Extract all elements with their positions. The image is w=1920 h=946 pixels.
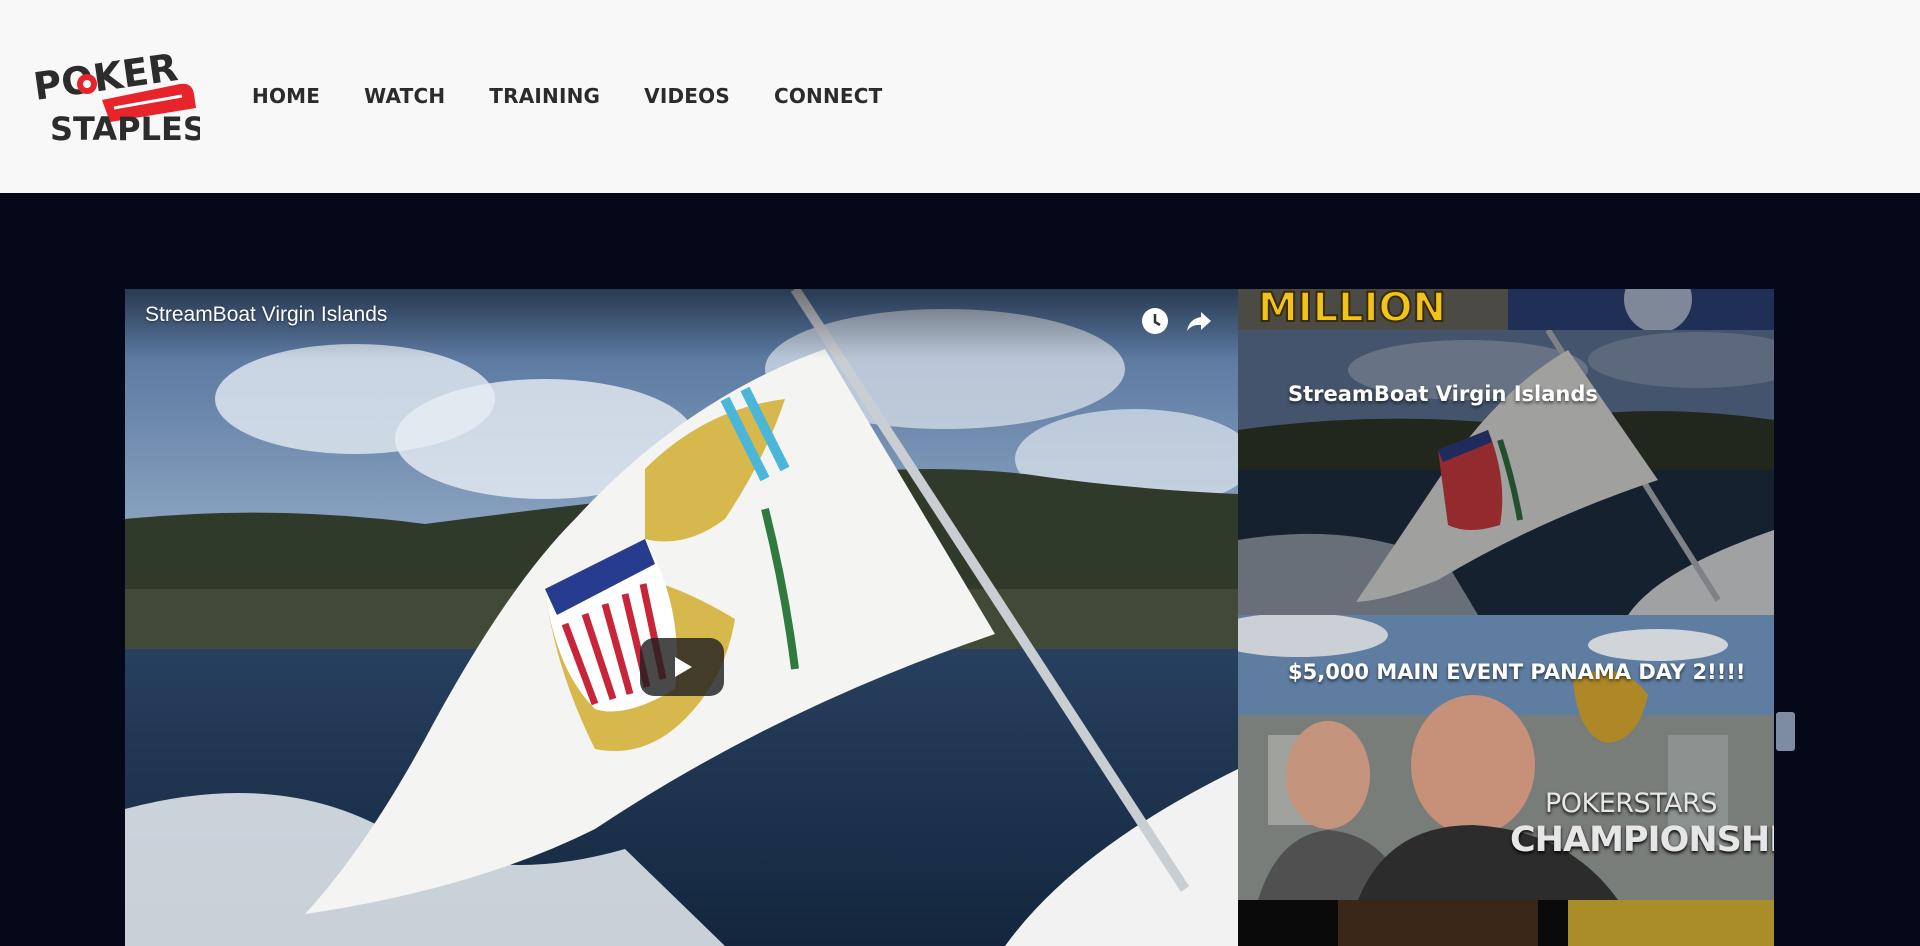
playlist-item[interactable]: MILLION bbox=[1238, 289, 1774, 330]
playlist-item-title: StreamBoat Virgin Islands bbox=[1288, 382, 1598, 406]
playlist-partial-text: MILLION bbox=[1258, 289, 1446, 330]
playlist-thumbnail bbox=[1238, 330, 1774, 615]
playlist-thumbnail bbox=[1238, 900, 1774, 946]
pokerstaples-logo[interactable]: POKER STAPLES bbox=[31, 44, 206, 148]
pokerstars-overlay-line1: POKERSTARS bbox=[1545, 788, 1717, 819]
play-icon bbox=[675, 657, 692, 677]
nav-connect[interactable]: CONNECT bbox=[774, 84, 883, 108]
playlist-item[interactable]: $5,000 MAIN EVENT PANAMA DAY 2!!!! POKER… bbox=[1238, 615, 1774, 900]
video-playlist: MILLION StreamBoat Virgin Islands $5,000… bbox=[1238, 289, 1774, 946]
logo-text-staples: STAPLES bbox=[50, 110, 200, 148]
share-icon[interactable] bbox=[1183, 305, 1215, 337]
main-nav: HOME WATCH TRAINING VIDEOS CONNECT bbox=[252, 84, 927, 108]
video-player[interactable]: StreamBoat Virgin Islands bbox=[125, 289, 1238, 946]
nav-watch[interactable]: WATCH bbox=[364, 84, 445, 108]
nav-home[interactable]: HOME bbox=[252, 84, 320, 108]
pokerstars-overlay-line2: CHAMPIONSHIP bbox=[1510, 820, 1774, 860]
nav-training[interactable]: TRAINING bbox=[489, 84, 600, 108]
nav-videos[interactable]: VIDEOS bbox=[644, 84, 730, 108]
playlist-item[interactable]: StreamBoat Virgin Islands bbox=[1238, 330, 1774, 615]
playlist-item-title: $5,000 MAIN EVENT PANAMA DAY 2!!!! bbox=[1288, 660, 1746, 684]
video-thumbnail bbox=[125, 289, 1238, 946]
playlist-scrollbar-thumb[interactable] bbox=[1776, 712, 1795, 751]
play-button[interactable] bbox=[640, 638, 724, 696]
player-video-title[interactable]: StreamBoat Virgin Islands bbox=[145, 303, 387, 327]
playlist-item[interactable] bbox=[1238, 900, 1774, 946]
watch-later-icon[interactable] bbox=[1139, 305, 1171, 337]
playlist-thumbnail: MILLION bbox=[1238, 289, 1774, 330]
site-header: POKER STAPLES HOME WATCH TRAINING VIDEOS… bbox=[0, 0, 1920, 193]
